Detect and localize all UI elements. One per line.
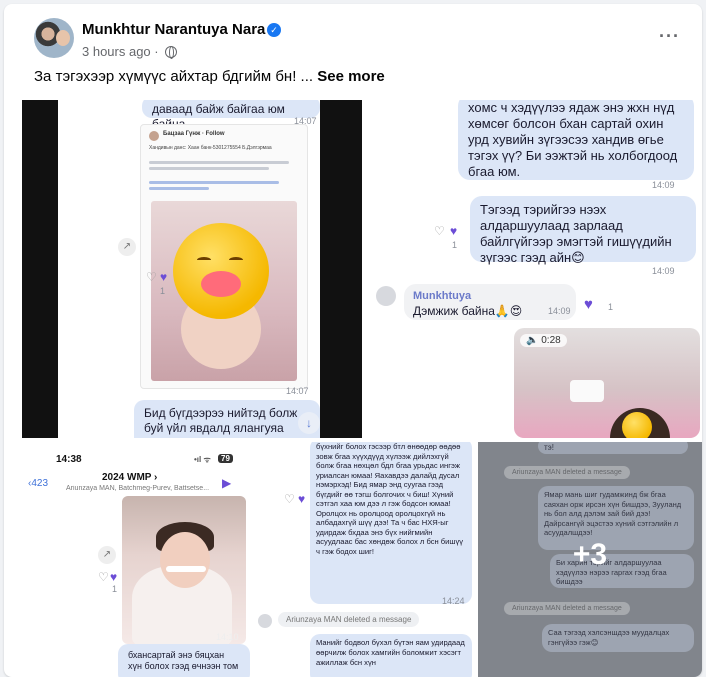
emoji-sticker-icon [622, 412, 652, 438]
author-name[interactable]: Munkhtur Narantuya Nara [82, 21, 265, 38]
heart-outline-icon[interactable]: ♡ [98, 570, 109, 584]
inner-avatar [149, 131, 159, 141]
sender-avatar [376, 286, 396, 306]
video-duration: 🔈 0:28 [520, 334, 567, 347]
post-photo-1[interactable]: даваад байж байгаа юм байна 14:07 Бацзаа… [22, 100, 362, 438]
chat-bubble: Манийг бодвол бүхэл бүтэн яам удирдаад ө… [310, 634, 472, 677]
video-message[interactable]: 🔈 0:28 [514, 328, 700, 438]
more-options-icon[interactable]: ··· [659, 26, 680, 47]
member-avatar [258, 614, 272, 628]
post-time[interactable]: 3 hours ago · [82, 44, 159, 59]
inner-hashtags [149, 187, 209, 190]
chat-bubble: Тэгээд тэрийгээ нээх алдаршуулаад зарлаа… [470, 196, 696, 265]
message-time: 14:07 [286, 386, 309, 396]
phone-clock: 14:38 [56, 454, 82, 465]
caption-text: За тэгэхээр хүмүүс айхтар бдгийм бн! ... [34, 68, 314, 85]
deleted-message-notice: Ariunzaya MAN deleted a message [278, 612, 420, 627]
inner-hashtags [149, 181, 279, 184]
post-meta: 3 hours ago · [82, 44, 178, 59]
inner-post-title: Бацзаа Гүнж · Follow [163, 131, 225, 137]
chat-bubble: хомс ч хэдүүлээ ядаж энэ жхн нүд хөмсөг … [458, 100, 694, 180]
message-time: 14:09 [652, 266, 675, 276]
reaction-count: 1 [112, 584, 118, 594]
chat-members: Ariunzaya MAN, Batchmeg-Purev, Battsetse… [66, 485, 210, 492]
heart-icon[interactable]: ♥ [584, 296, 593, 313]
inner-post-text: Хандивын данс: Хаан банк-5301275554 Б.Дэ… [149, 145, 272, 151]
heart-outline-icon[interactable]: ♡ [146, 270, 157, 284]
heart-icon[interactable]: ♥ [160, 270, 167, 284]
post-photo-2[interactable]: хомс ч хэдүүлээ ядаж энэ жхн нүд хөмсөг … [366, 100, 702, 438]
heart-icon[interactable]: ♥ [110, 570, 117, 584]
embedded-post-screenshot: Бацзаа Гүнж · Follow Хандивын данс: Хаан… [140, 124, 308, 389]
see-more-link[interactable]: See more [317, 68, 385, 85]
signal-icon: •ıl ᯤ [194, 455, 211, 464]
bandage [570, 380, 604, 402]
reaction-count: 1 [452, 240, 458, 250]
inner-text-line [149, 161, 289, 164]
baby-photo: 14:10 [122, 496, 246, 644]
heart-outline-icon[interactable]: ♡ [434, 224, 445, 238]
back-button[interactable]: ‹423 [28, 478, 48, 489]
reply-text: Дэмжиж байна🙏😍 [413, 304, 523, 318]
chat-screenshot: даваад байж байгаа юм байна 14:07 Бацзаа… [58, 100, 320, 438]
post-card: Munkhtur Narantuya Nara ✓ 3 hours ago · … [4, 4, 702, 677]
sender-name: Munkhtuya [413, 290, 472, 302]
reaction-count: 1 [608, 302, 614, 312]
share-icon[interactable]: ↗ [98, 546, 116, 564]
more-photos-count[interactable]: +3 [478, 538, 702, 572]
globe-icon [165, 46, 178, 59]
post-photo-4[interactable]: тэ! Ariunzaya MAN deleted a message Ямар… [478, 442, 702, 677]
battery-level: 79 [218, 454, 233, 463]
chat-bubble: бхансартай энэ бяцхан хүн болох гээд өчн… [118, 644, 250, 677]
hug-emoji-icon [173, 223, 269, 319]
verified-badge-icon: ✓ [267, 23, 281, 37]
message-time: 14:24 [442, 596, 465, 606]
chat-bubble: бүхнийг болох гэсээр бтл өнөөдөр өөдөө з… [310, 442, 472, 604]
chat-bubble: Бид бүгдээрээ нийтэд болж буй үйл явдалд… [134, 400, 320, 438]
post-caption: За тэгэхээр хүмүүс айхтар бдгийм бн! ...… [34, 68, 385, 85]
reaction-count: 1 [160, 286, 166, 296]
message-time: 14:10 [216, 632, 239, 642]
scroll-down-icon[interactable]: ↓ [298, 412, 320, 434]
post-header: Munkhtur Narantuya Nara ✓ 3 hours ago · … [4, 4, 702, 66]
tube [166, 566, 206, 572]
message-time: 14:09 [548, 306, 571, 316]
message-time: 14:09 [652, 180, 675, 190]
heart-icon[interactable]: ♥ [450, 224, 457, 238]
inner-text-line [149, 167, 269, 170]
author-avatar[interactable] [34, 18, 74, 58]
post-photo-3[interactable]: 14:38 •ıl ᯤ 79 ‹423 2024 WMP › Ariunzaya… [22, 442, 474, 677]
heart-icon[interactable]: ♥ [298, 492, 305, 506]
video-call-icon[interactable]: ▶ [222, 476, 231, 490]
baby-photo [151, 201, 297, 381]
chat-title: 2024 WMP › [102, 472, 158, 483]
heart-outline-icon[interactable]: ♡ [284, 492, 295, 506]
speaker-icon: 🔈 [526, 335, 539, 346]
share-icon[interactable]: ↗ [118, 238, 136, 256]
